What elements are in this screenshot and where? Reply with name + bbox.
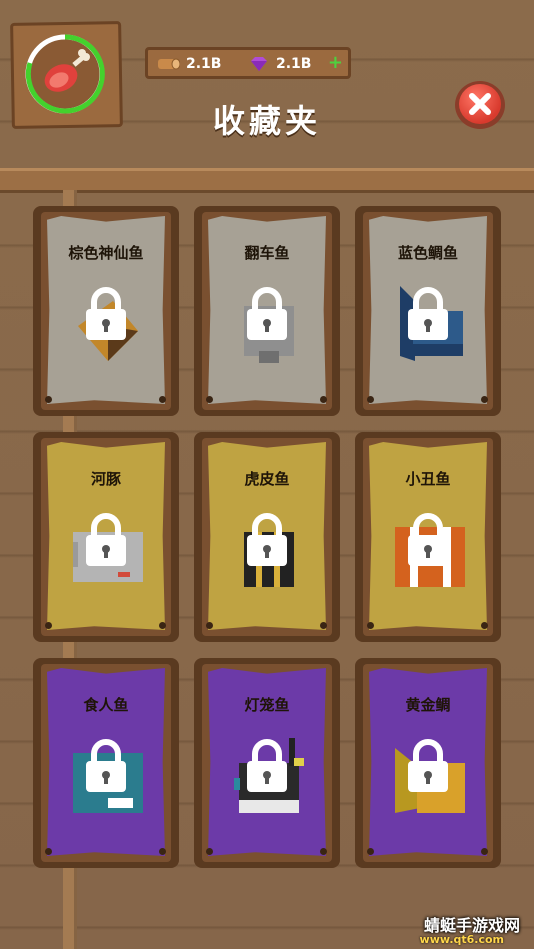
nail bbox=[367, 396, 374, 403]
fish-card[interactable]: 虎皮鱼 bbox=[194, 432, 340, 642]
gem-icon bbox=[251, 57, 267, 71]
nail bbox=[320, 396, 327, 403]
fish-card[interactable]: 小丑鱼 bbox=[355, 432, 501, 642]
nail bbox=[206, 848, 213, 855]
nail bbox=[481, 622, 488, 629]
gem-amount: 2.1B bbox=[276, 56, 312, 72]
fish-card[interactable]: 食人鱼 bbox=[33, 658, 179, 868]
nail bbox=[481, 848, 488, 855]
fish-name: 棕色神仙鱼 bbox=[68, 244, 144, 262]
nail bbox=[45, 848, 52, 855]
nail bbox=[367, 622, 374, 629]
fish-card[interactable]: 翻车鱼 bbox=[194, 206, 340, 416]
watermark-url: www.qt6.com bbox=[419, 933, 504, 946]
lock-icon bbox=[408, 739, 448, 792]
lock-icon bbox=[408, 287, 448, 340]
fish-card[interactable]: 棕色神仙鱼 bbox=[33, 206, 179, 416]
fish-card[interactable]: 蓝色鲷鱼 bbox=[355, 206, 501, 416]
nail bbox=[481, 396, 488, 403]
page-title: 收藏夹 bbox=[212, 102, 321, 140]
fish-name: 蓝色鲷鱼 bbox=[397, 244, 458, 262]
fish-card[interactable]: 黄金鲷 bbox=[355, 658, 501, 868]
nail bbox=[45, 622, 52, 629]
close-icon bbox=[469, 93, 491, 115]
fish-name: 翻车鱼 bbox=[244, 244, 290, 262]
fish-name: 河豚 bbox=[90, 470, 121, 488]
nail bbox=[320, 848, 327, 855]
lock-icon bbox=[247, 739, 287, 792]
lock-icon bbox=[408, 513, 448, 566]
nail bbox=[367, 848, 374, 855]
fish-name: 灯笼鱼 bbox=[244, 696, 290, 714]
nail bbox=[159, 622, 166, 629]
close-button-face bbox=[459, 84, 501, 124]
lock-icon bbox=[247, 287, 287, 340]
nail bbox=[206, 622, 213, 629]
lock-icon bbox=[86, 513, 126, 566]
currency-bar: 2.1B 2.1B + bbox=[145, 47, 351, 79]
log-icon bbox=[158, 58, 180, 70]
nail bbox=[206, 396, 213, 403]
fish-card[interactable]: 灯笼鱼 bbox=[194, 658, 340, 868]
lock-icon bbox=[86, 739, 126, 792]
lock-icon bbox=[86, 287, 126, 340]
nail bbox=[159, 396, 166, 403]
close-button[interactable] bbox=[455, 81, 505, 129]
lock-icon bbox=[247, 513, 287, 566]
fish-name: 食人鱼 bbox=[83, 696, 129, 714]
fish-name: 虎皮鱼 bbox=[244, 470, 290, 488]
add-gems-button[interactable]: + bbox=[328, 52, 343, 73]
wood-amount: 2.1B bbox=[186, 56, 222, 72]
fish-name: 小丑鱼 bbox=[405, 470, 451, 488]
nail bbox=[159, 848, 166, 855]
gem-currency: 2.1B bbox=[248, 55, 311, 73]
nail bbox=[320, 622, 327, 629]
wood-currency: 2.1B bbox=[156, 55, 221, 73]
fish-name: 黄金鲷 bbox=[405, 696, 451, 714]
wood-shelf bbox=[0, 168, 534, 190]
nail bbox=[45, 396, 52, 403]
fish-card[interactable]: 河豚 bbox=[33, 432, 179, 642]
